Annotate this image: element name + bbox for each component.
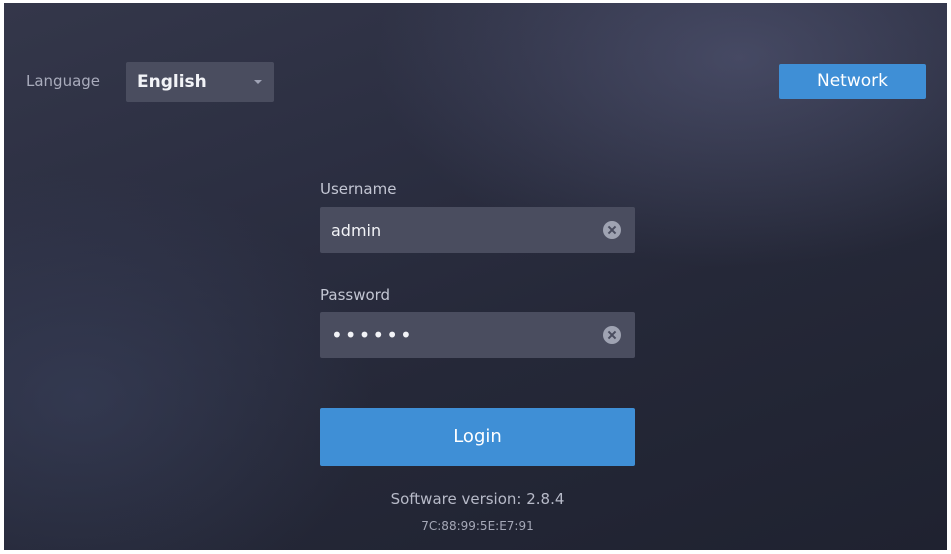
login-button[interactable]: Login xyxy=(320,408,635,466)
clear-password-icon[interactable] xyxy=(603,326,621,344)
chevron-down-icon xyxy=(254,80,262,84)
login-screen: Language English Network Username Passwo… xyxy=(4,3,947,550)
mac-address: 7C:88:99:5E:E7:91 xyxy=(421,519,534,533)
network-button[interactable]: Network xyxy=(779,64,926,99)
password-label: Password xyxy=(320,286,391,304)
username-label: Username xyxy=(320,180,397,198)
language-select[interactable]: English xyxy=(126,62,274,102)
password-input[interactable] xyxy=(320,312,590,358)
language-value: English xyxy=(137,72,207,92)
username-input[interactable] xyxy=(320,207,590,253)
software-version: Software version: 2.8.4 xyxy=(390,490,565,508)
language-label: Language xyxy=(26,72,101,90)
username-field xyxy=(320,207,635,253)
clear-username-icon[interactable] xyxy=(603,221,621,239)
password-field xyxy=(320,312,635,358)
